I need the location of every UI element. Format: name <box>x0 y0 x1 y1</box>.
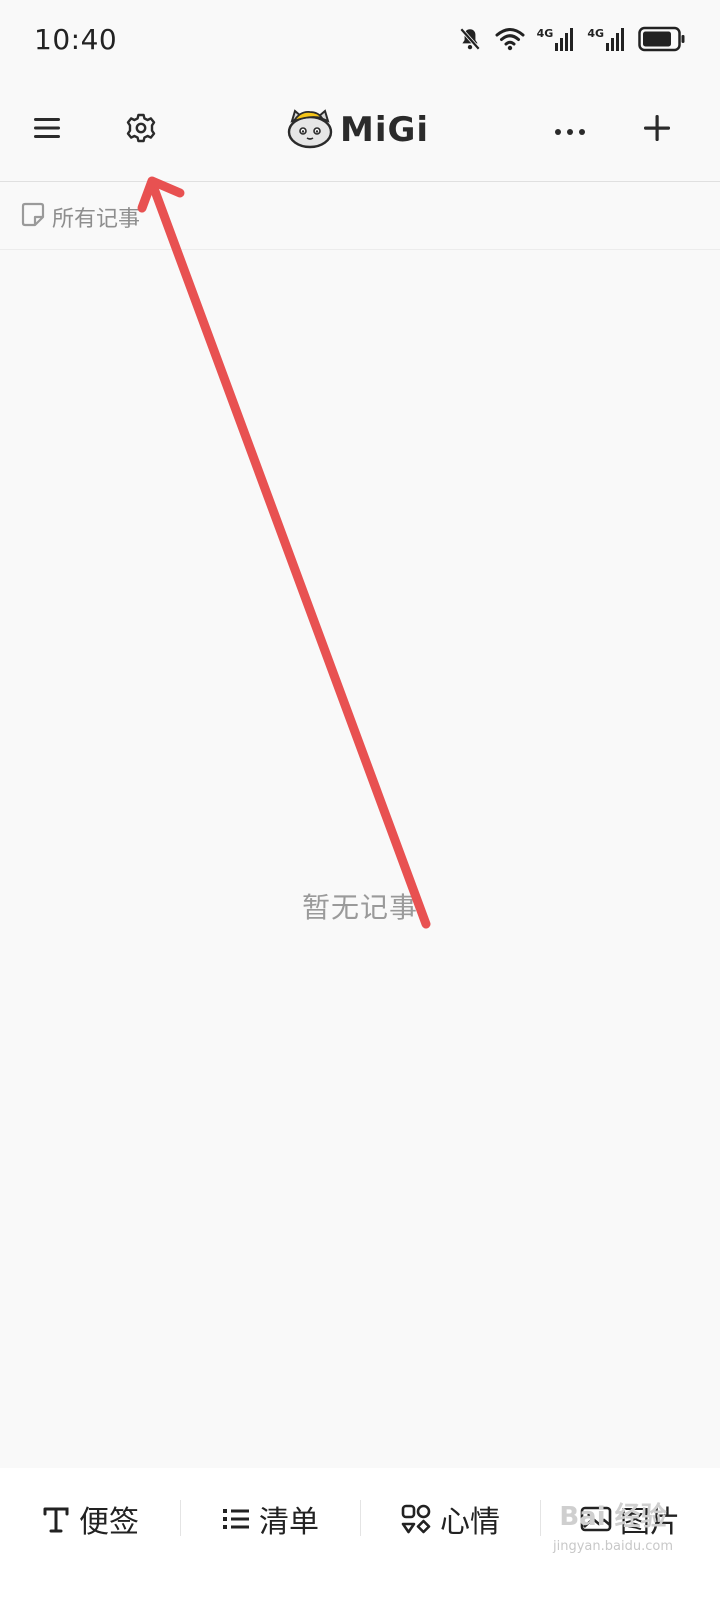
tab-note[interactable]: 便签 <box>0 1468 180 1600</box>
signal-4g-icon: 4G <box>587 27 626 51</box>
brand-name: MiGi <box>340 110 430 150</box>
gear-icon <box>125 112 157 148</box>
watermark-title: Bai 经验 <box>559 1502 667 1532</box>
cat-logo-icon <box>286 107 334 153</box>
all-notes-filter[interactable]: 所有记事 <box>0 184 720 250</box>
bell-off-icon <box>457 26 483 52</box>
mood-icon <box>400 1503 432 1535</box>
empty-state-text: 暂无记事 <box>301 891 418 924</box>
more-button[interactable] <box>544 104 596 156</box>
tab-mood[interactable]: 心情 <box>360 1468 540 1600</box>
menu-icon <box>32 115 62 145</box>
more-icon <box>554 121 586 140</box>
wifi-icon <box>495 27 525 51</box>
status-time: 10:40 <box>34 22 118 56</box>
battery-icon <box>638 26 686 52</box>
watermark-subtitle: jingyan.baidu.com <box>553 1539 673 1554</box>
text-icon <box>41 1504 71 1534</box>
status-bar: 10:40 4G 4G <box>0 0 720 78</box>
tab-label: 心情 <box>440 1505 500 1540</box>
menu-button[interactable] <box>21 104 73 156</box>
settings-button[interactable] <box>115 104 167 156</box>
plus-icon <box>643 114 671 146</box>
tab-label: 清单 <box>259 1505 319 1540</box>
filter-label: 所有记事 <box>52 206 141 232</box>
list-icon <box>221 1504 251 1534</box>
app-bar: MiGi <box>0 78 720 182</box>
tab-label: 便签 <box>79 1505 139 1540</box>
status-icons: 4G 4G <box>457 26 686 52</box>
watermark: Bai 经验 jingyan.baidu.com <box>538 1496 688 1566</box>
add-button[interactable] <box>631 104 683 156</box>
tab-checklist[interactable]: 清单 <box>180 1468 360 1600</box>
signal-4g-icon: 4G <box>537 27 576 51</box>
note-icon <box>20 202 46 232</box>
brand: MiGi <box>286 102 429 158</box>
